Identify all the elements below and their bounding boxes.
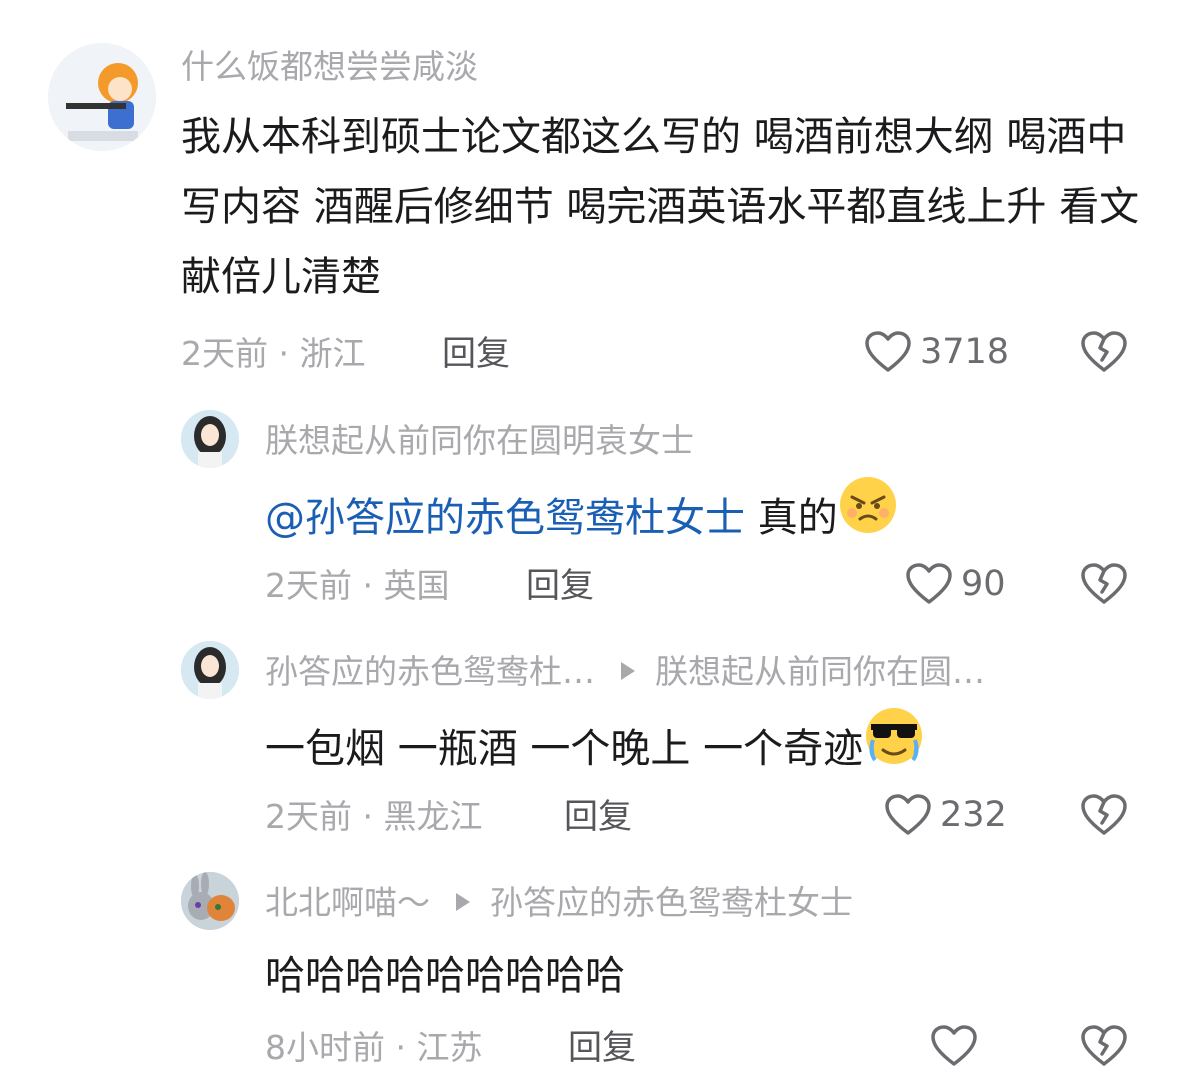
dislike-button[interactable]	[1080, 330, 1128, 378]
heart-outline-icon	[906, 563, 952, 604]
play-triangle-icon	[456, 892, 470, 911]
like-button[interactable]: 90	[905, 562, 1006, 606]
meta-separator: ·	[352, 566, 384, 605]
reply-button[interactable]: 回复	[526, 563, 594, 609]
broken-heart-icon	[1081, 563, 1127, 604]
like-count: 3718	[920, 332, 1010, 372]
comment-text: @孙答应的赤色鸳鸯杜女士 真的	[265, 477, 1145, 561]
heart-outline-icon	[931, 1025, 977, 1066]
username: 北北啊喵～ 孙答应的赤色鸳鸯杜女士	[265, 880, 853, 926]
cool-crying-face-emoji	[863, 706, 925, 788]
username[interactable]: 什么饭都想尝尝咸淡	[181, 44, 478, 90]
comment-location: 浙江	[299, 334, 366, 373]
dislike-button[interactable]	[1080, 793, 1128, 841]
username-link[interactable]: 孙答应的赤色鸳鸯杜…	[265, 652, 595, 691]
comment-meta: 2天前 · 英国	[265, 563, 449, 609]
comment-text: 一包烟 一瓶酒 一个晚上 一个奇迹	[265, 708, 1145, 792]
like-button[interactable]: 3718	[864, 330, 1009, 374]
like-count: 90	[961, 564, 1006, 604]
reply-button[interactable]: 回复	[564, 794, 632, 840]
comment-text: 哈哈哈哈哈哈哈哈哈	[265, 953, 625, 999]
comment-text-main: 真的	[757, 495, 838, 541]
comment-location: 英国	[383, 566, 450, 605]
comment-text-main: 一包烟 一瓶酒 一个晚上 一个奇迹	[265, 726, 864, 772]
comment-location: 江苏	[416, 1028, 483, 1067]
dislike-button[interactable]	[1080, 562, 1128, 610]
reply-button[interactable]: 回复	[442, 331, 510, 377]
avatar[interactable]	[181, 872, 239, 930]
comment-time: 2天前	[181, 334, 268, 373]
meta-separator: ·	[352, 797, 384, 836]
comment-time: 8小时前	[265, 1028, 385, 1067]
meta-separator: ·	[268, 334, 300, 373]
avatar-image	[181, 641, 239, 699]
broken-heart-icon	[1081, 1025, 1127, 1066]
heart-outline-icon	[865, 331, 911, 372]
avatar[interactable]	[181, 410, 239, 468]
avatar[interactable]	[48, 43, 156, 151]
heart-outline-icon	[885, 794, 931, 835]
avatar-image	[48, 43, 156, 151]
avatar-image	[181, 872, 239, 930]
like-button[interactable]	[930, 1024, 986, 1068]
username[interactable]: 朕想起从前同你在圆明袁女士	[265, 418, 694, 464]
play-triangle-icon	[621, 661, 635, 680]
meta-separator: ·	[385, 1028, 417, 1067]
reply-to-username[interactable]: 孙答应的赤色鸳鸯杜女士	[490, 883, 853, 922]
broken-heart-icon	[1081, 794, 1127, 835]
mention-link[interactable]: @孙答应的赤色鸳鸯杜女士	[265, 495, 745, 541]
comment-meta: 2天前 · 浙江	[181, 331, 365, 377]
comment-location: 黑龙江	[383, 797, 483, 836]
reply-button[interactable]: 回复	[568, 1025, 636, 1071]
dislike-button[interactable]	[1080, 1024, 1128, 1072]
comment-meta: 8小时前 · 江苏	[265, 1025, 482, 1071]
like-count: 232	[940, 795, 1007, 835]
comment-time: 2天前	[265, 797, 352, 836]
comment-meta: 2天前 · 黑龙江	[265, 794, 482, 840]
like-button[interactable]: 232	[884, 793, 1007, 837]
comment-time: 2天前	[265, 566, 352, 605]
username: 孙答应的赤色鸳鸯杜… 朕想起从前同你在圆…	[265, 649, 985, 695]
username-link[interactable]: 北北啊喵～	[265, 883, 430, 922]
reply-to-username[interactable]: 朕想起从前同你在圆…	[655, 652, 985, 691]
angry-face-emoji	[838, 475, 898, 557]
avatar-image	[181, 410, 239, 468]
comment-text: 我从本科到硕士论文都这么写的 喝酒前想大纲 喝酒中写内容 酒醒后修细节 喝完酒英…	[181, 114, 1140, 300]
avatar[interactable]	[181, 641, 239, 699]
broken-heart-icon	[1081, 331, 1127, 372]
